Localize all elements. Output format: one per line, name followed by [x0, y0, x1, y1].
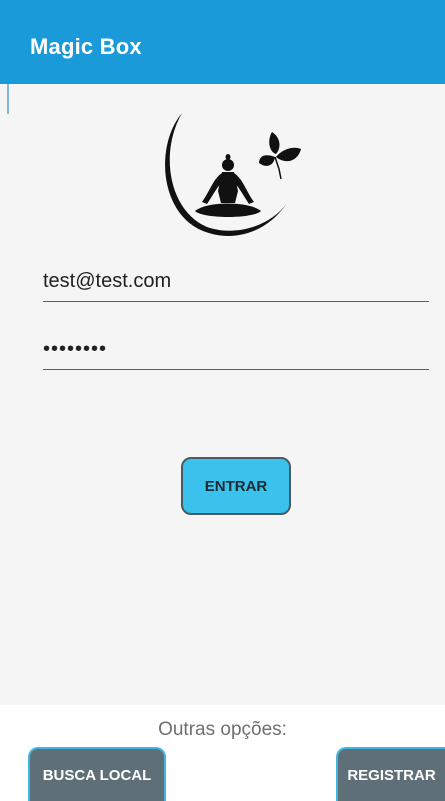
meditation-logo-icon — [165, 113, 301, 236]
other-options-label: Outras opções: — [158, 719, 287, 740]
app-bar: Magic Box — [0, 0, 445, 84]
divider — [7, 84, 9, 114]
app-title: Magic Box — [30, 34, 142, 59]
register-button[interactable]: REGISTRAR — [336, 747, 445, 801]
enter-button[interactable]: ENTRAR — [181, 457, 291, 515]
email-field[interactable]: test@test.com — [43, 270, 429, 302]
local-search-button[interactable]: BUSCA LOCAL — [28, 747, 166, 801]
password-field[interactable]: •••••••• — [43, 338, 429, 370]
